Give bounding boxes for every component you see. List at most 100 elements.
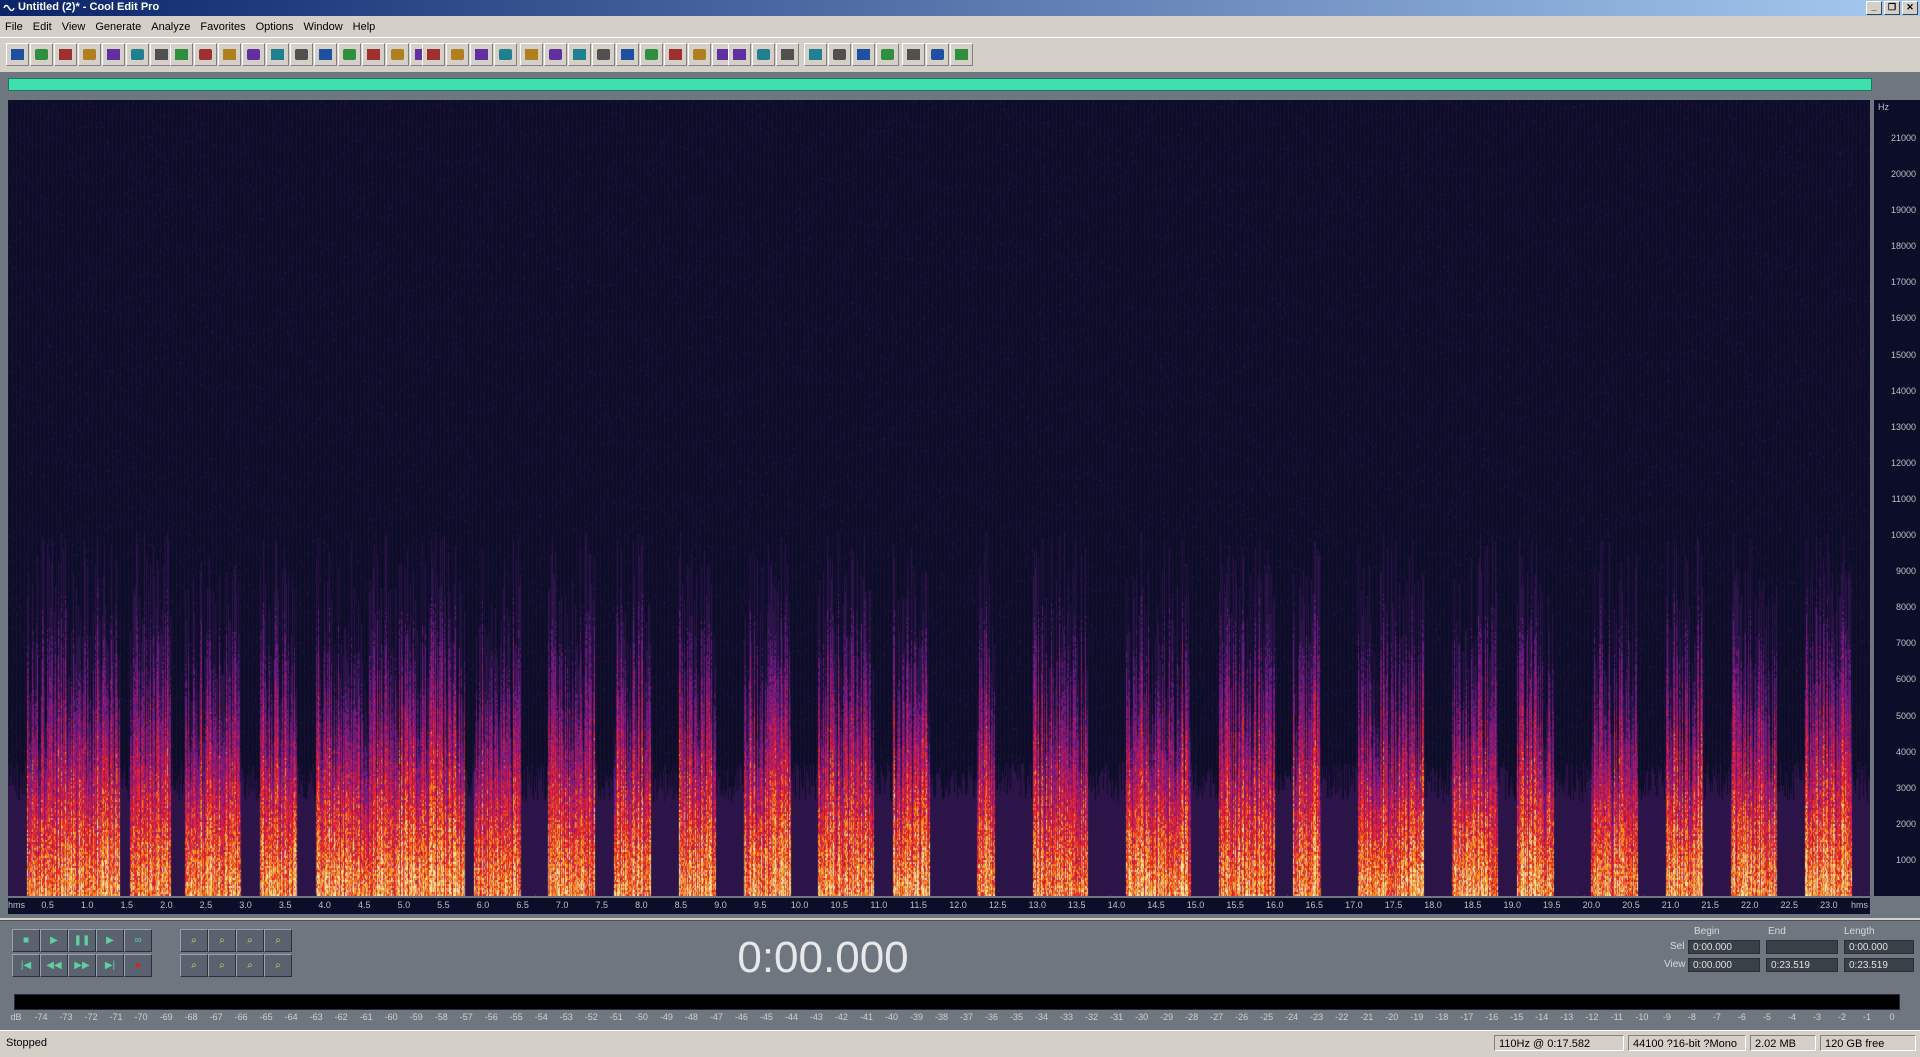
sel-length-field[interactable]: 0:00.000	[1844, 940, 1914, 954]
time-tick-label: 10.5	[830, 900, 849, 910]
effect4-button[interactable]	[876, 43, 899, 66]
fast-forward-button[interactable]: ▶▶	[68, 954, 96, 977]
menu-generate[interactable]: Generate	[90, 21, 146, 33]
zoom-out-h-button[interactable]: ⌕	[208, 929, 236, 952]
time-tick-label: 3.5	[278, 900, 292, 910]
overview-range-bar[interactable]	[8, 78, 1872, 91]
mix-paste-button[interactable]	[362, 43, 385, 66]
time-format-button[interactable]	[640, 43, 663, 66]
meter-tick-label: -58	[434, 1012, 448, 1022]
menu-help[interactable]: Help	[348, 21, 381, 33]
spectrogram-view[interactable]	[8, 100, 1870, 896]
meter-tick-label: -13	[1560, 1012, 1574, 1022]
freq-tick-label: 4000	[1895, 746, 1916, 757]
view-begin-field[interactable]: 0:00.000	[1688, 958, 1760, 972]
meter-tick-label: -38	[934, 1012, 948, 1022]
zoom-button[interactable]	[616, 43, 639, 66]
sel-begin-field[interactable]: 0:00.000	[1688, 940, 1760, 954]
zoom-out-v-button[interactable]: ⌕	[264, 954, 292, 977]
record-button[interactable]: ●	[124, 954, 152, 977]
zoom-in-v-button[interactable]: ⌕	[264, 929, 292, 952]
freq-tick-label: 11000	[1891, 493, 1916, 504]
zoom-left-icon: ⌕	[191, 960, 197, 971]
close-button[interactable]: ✕	[1902, 1, 1918, 15]
sel-end-field[interactable]	[1766, 940, 1838, 954]
stop-button[interactable]: ■	[12, 929, 40, 952]
zoom-left-button[interactable]: ⌕	[180, 954, 208, 977]
help-button[interactable]	[776, 43, 799, 66]
pause-button[interactable]: ❚❚	[68, 929, 96, 952]
copy-new-button[interactable]	[266, 43, 289, 66]
analysis-button[interactable]	[902, 43, 925, 66]
meter-tick-label: -64	[284, 1012, 298, 1022]
go-end-button[interactable]: ▶|	[96, 954, 124, 977]
time-tick-label: 4.5	[357, 900, 371, 910]
minimize-button[interactable]: _	[1866, 1, 1882, 15]
trim-button[interactable]	[386, 43, 409, 66]
repeat-button[interactable]	[218, 43, 241, 66]
zoom-full-button[interactable]: ⌕	[236, 929, 264, 952]
normalize-button[interactable]	[470, 43, 493, 66]
zoom-right-button[interactable]: ⌕	[208, 954, 236, 977]
effect1-button[interactable]	[804, 43, 827, 66]
meter-tick-label: -34	[1035, 1012, 1049, 1022]
go-start-button[interactable]: |◀	[12, 954, 40, 977]
redo-button[interactable]	[194, 43, 217, 66]
menu-edit[interactable]: Edit	[28, 21, 57, 33]
multitrack-view-button[interactable]	[30, 43, 53, 66]
open-file-button[interactable]	[78, 43, 101, 66]
time-tick-label: 2.5	[199, 900, 213, 910]
waveform-view-button[interactable]	[6, 43, 29, 66]
paste-new-button[interactable]	[338, 43, 361, 66]
save-file-button[interactable]	[102, 43, 125, 66]
freq-tick-label: 6000	[1895, 674, 1916, 685]
copy-button[interactable]	[242, 43, 265, 66]
menu-analyze[interactable]: Analyze	[146, 21, 195, 33]
settings-button[interactable]	[752, 43, 775, 66]
trim-icon	[391, 49, 404, 60]
paste-button[interactable]	[314, 43, 337, 66]
frequency-button[interactable]	[568, 43, 591, 66]
menu-window[interactable]: Window	[299, 21, 348, 33]
time-tick-label: 22.0	[1740, 900, 1759, 910]
expand-button[interactable]	[950, 43, 973, 66]
play-button[interactable]: ▶	[40, 929, 68, 952]
effect3-button[interactable]	[852, 43, 875, 66]
time-tick-label: 15.5	[1226, 900, 1244, 910]
menu-options[interactable]: Options	[251, 21, 299, 33]
zoom-sel-button[interactable]: ⌕	[236, 954, 264, 977]
view-length-field[interactable]: 0:23.519	[1844, 958, 1914, 972]
time-tick-label: 1.5	[120, 900, 134, 910]
frequency-icon	[573, 49, 586, 60]
menu-file[interactable]: File	[0, 21, 28, 33]
play-from-cursor-button[interactable]: ▶	[96, 929, 124, 952]
play-icon: ▶	[50, 935, 58, 946]
rewind-button[interactable]: ◀◀	[40, 954, 68, 977]
cue-button[interactable]	[728, 43, 751, 66]
effect2-button[interactable]	[828, 43, 851, 66]
waveform-button[interactable]	[544, 43, 567, 66]
cut-button[interactable]	[290, 43, 313, 66]
meter-tick-label: -74	[34, 1012, 48, 1022]
play-button[interactable]	[592, 43, 615, 66]
metronome-button[interactable]	[688, 43, 711, 66]
noise-button[interactable]	[494, 43, 517, 66]
undo-button[interactable]	[170, 43, 193, 66]
meter-tick-label: 0	[1889, 1012, 1895, 1022]
envelope-button[interactable]	[446, 43, 469, 66]
spectral-view-button[interactable]	[520, 43, 543, 66]
amplify-button[interactable]	[422, 43, 445, 66]
view-end-field[interactable]: 0:23.519	[1766, 958, 1838, 972]
freq-tick-label: 19000	[1890, 205, 1916, 216]
menu-favorites[interactable]: Favorites	[195, 21, 250, 33]
menu-view[interactable]: View	[57, 21, 91, 33]
scale-button[interactable]	[926, 43, 949, 66]
time-tick-label: 19.5	[1543, 900, 1561, 910]
meter-tick-label: -6	[1737, 1012, 1746, 1022]
loop-button[interactable]: ∞	[124, 929, 152, 952]
new-file-button[interactable]	[54, 43, 77, 66]
close-file-button[interactable]	[126, 43, 149, 66]
bar-beat-button[interactable]	[664, 43, 687, 66]
restore-button[interactable]: ❐	[1884, 1, 1900, 15]
zoom-in-h-button[interactable]: ⌕	[180, 929, 208, 952]
